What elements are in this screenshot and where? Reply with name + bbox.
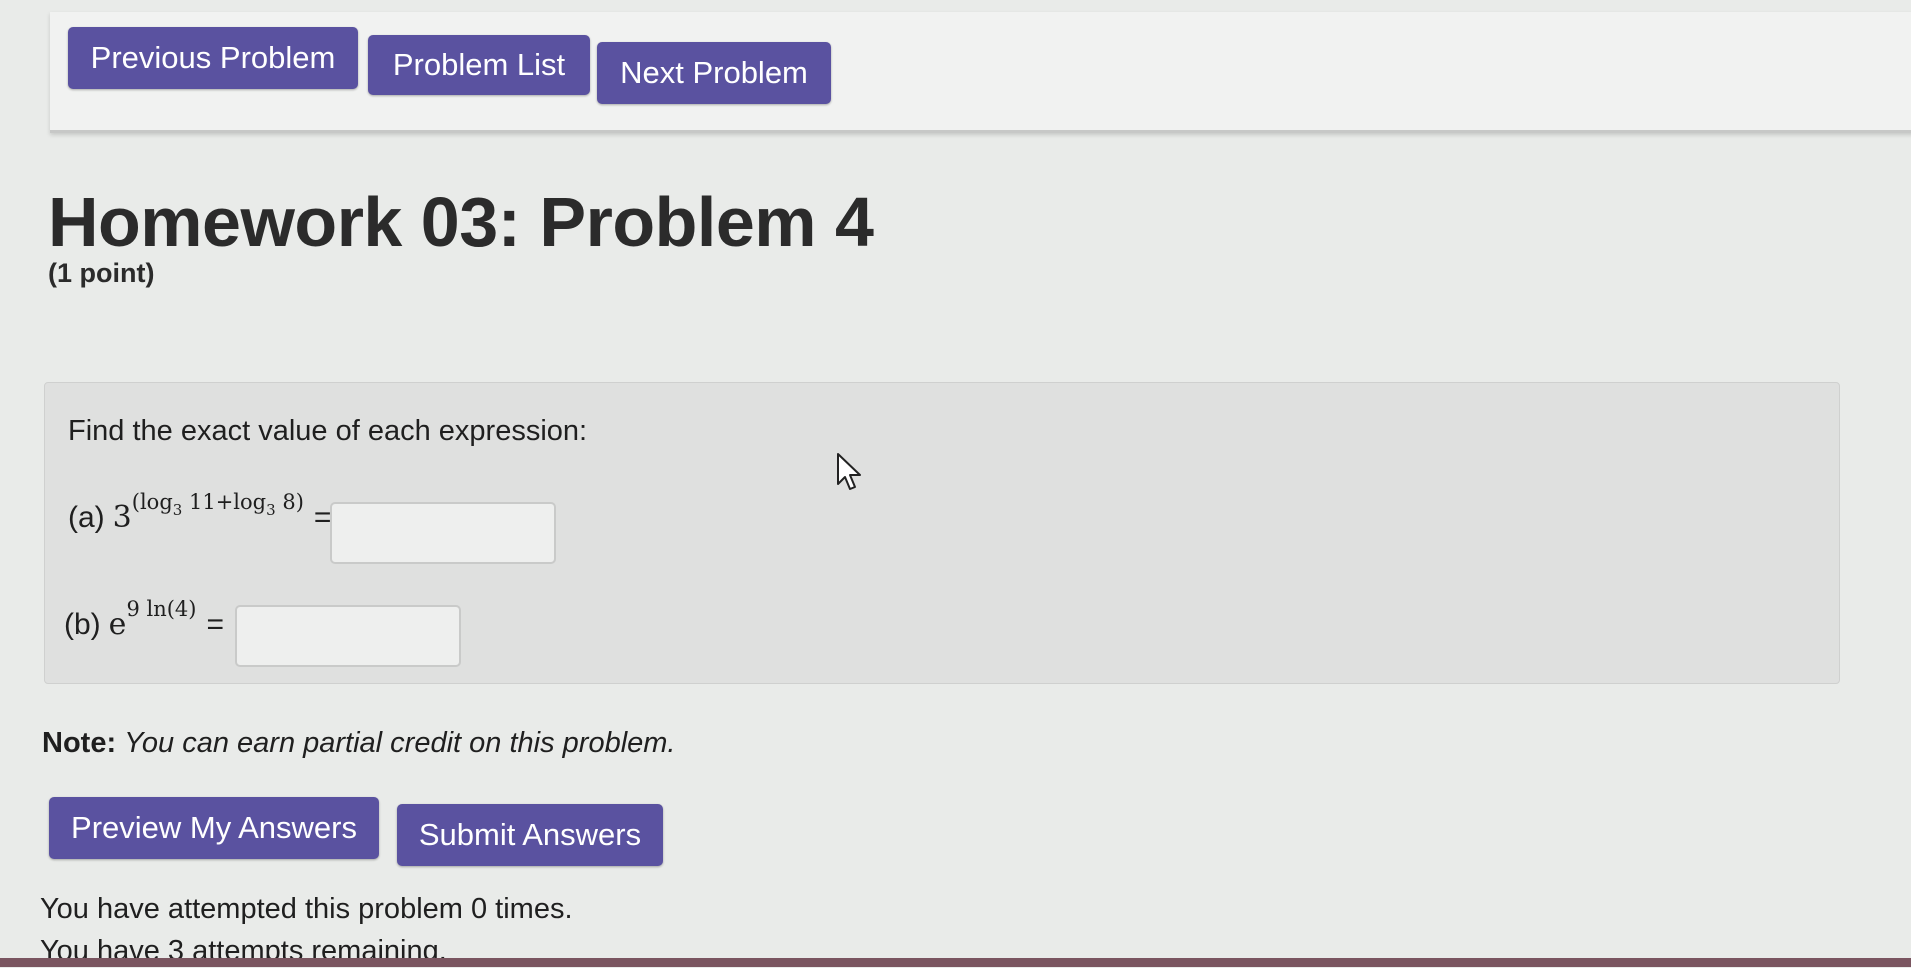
note-label: Note: [42,727,117,759]
problem-prompt: Find the exact value of each expression: [68,415,588,447]
bottom-bar [0,958,1911,967]
attempts-made-text: You have attempted this problem 0 times. [40,893,573,925]
part-b-answer-input[interactable] [235,605,461,667]
submit-answers-button[interactable]: Submit Answers [397,804,663,866]
mouse-pointer-icon [837,453,861,490]
part-a-expression: (a) 3 (log3 11+log3 8) = [68,490,332,535]
problem-points: (1 point) [48,258,155,288]
part-b-exponent: 9 ln(4) [126,597,197,621]
page-title: Homework 03: Problem 4 [48,183,874,261]
part-b-expression: (b) e 9 ln(4) = [64,597,224,642]
part-b-base: e [108,607,127,642]
preview-answers-button[interactable]: Preview My Answers [49,797,379,859]
part-a-base: 3 [112,500,132,535]
previous-problem-button[interactable]: Previous Problem [68,27,358,89]
problem-list-button[interactable]: Problem List [368,35,590,95]
next-problem-button[interactable]: Next Problem [597,42,831,104]
partial-credit-note: Note: You can earn partial credit on thi… [42,727,675,760]
part-a-exponent: (log3 11+log3 8) [131,490,304,519]
note-text: You can earn partial credit on this prob… [124,727,676,759]
part-a-label: (a) [68,501,105,534]
part-a-equals: = [313,501,332,534]
part-a-answer-input[interactable] [330,502,556,564]
part-b-label: (b) [64,608,101,641]
part-b-equals: = [206,608,224,641]
